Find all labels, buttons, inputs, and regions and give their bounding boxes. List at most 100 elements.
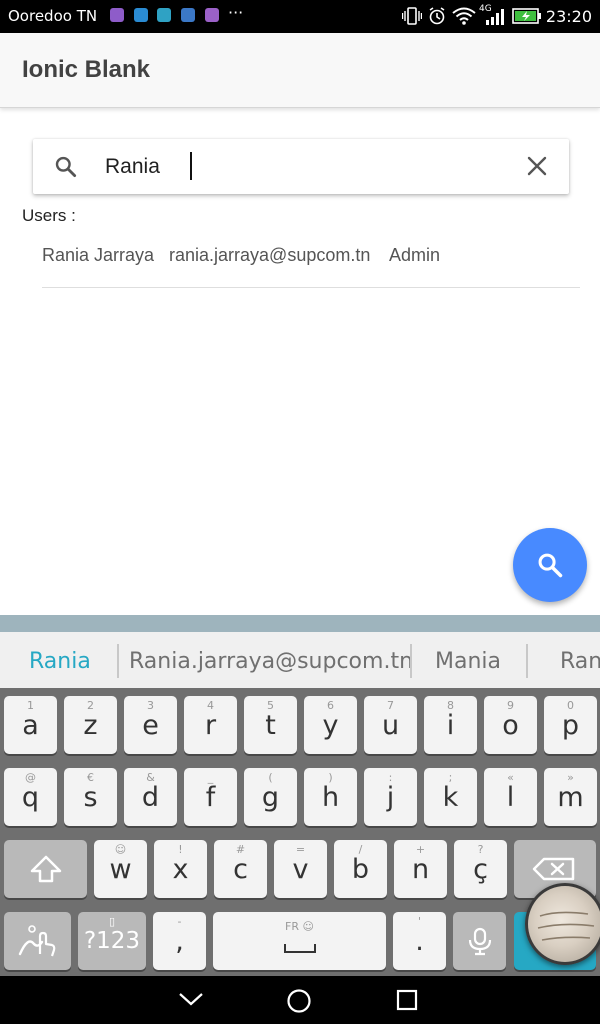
key-m[interactable]: » m bbox=[544, 768, 597, 826]
app-toolbar: Ionic Blank bbox=[0, 33, 600, 108]
key-label: o bbox=[502, 710, 519, 741]
key-label: u bbox=[381, 710, 400, 741]
symbols-key[interactable]: ▯ ?123 bbox=[78, 912, 146, 970]
key-n[interactable]: + n bbox=[394, 840, 447, 898]
key-label: l bbox=[506, 782, 515, 813]
key-u[interactable]: 7u bbox=[364, 696, 417, 754]
notification-app-icon bbox=[157, 8, 171, 22]
key-label: . bbox=[415, 926, 424, 957]
key-label: h bbox=[321, 782, 340, 813]
key-label: t bbox=[265, 710, 276, 741]
comma-key[interactable]: -, bbox=[153, 912, 206, 970]
alarm-icon bbox=[429, 7, 445, 25]
users-label: Users : bbox=[22, 206, 76, 225]
key-label: q bbox=[21, 782, 40, 813]
key-label: y bbox=[322, 710, 339, 741]
emoji-hint: ▯ bbox=[108, 915, 116, 928]
key-q[interactable]: @ q bbox=[4, 768, 57, 826]
soft-keyboard: 1a 2z 3e 4r 5t 6y 7u 8i 9o 0p @ q € s & d _… bbox=[0, 688, 600, 976]
swipe-gesture-icon bbox=[18, 925, 56, 957]
key-g[interactable]: (g bbox=[244, 768, 297, 826]
shift-icon bbox=[30, 855, 62, 883]
key-z[interactable]: 2z bbox=[64, 696, 117, 754]
user-name: Rania Jarraya bbox=[42, 245, 155, 265]
status-bar: Ooredoo TN ··· 4G 23:20 bbox=[0, 0, 600, 33]
key-t[interactable]: 5t bbox=[244, 696, 297, 754]
suggestion-bar: Rania Rania.jarraya@supcom.tn Mania Ran bbox=[0, 632, 600, 688]
wifi-icon bbox=[452, 7, 476, 25]
clear-icon[interactable] bbox=[525, 154, 549, 178]
suggestion-item[interactable]: Mania bbox=[435, 649, 501, 674]
key-w[interactable]: ☺ w bbox=[94, 840, 147, 898]
recent-apps-icon[interactable] bbox=[396, 989, 418, 1011]
key-label: b bbox=[351, 854, 370, 885]
keyboard-top-strip bbox=[0, 615, 600, 632]
back-icon[interactable] bbox=[178, 990, 204, 1008]
search-icon bbox=[55, 156, 77, 178]
suggestion-item[interactable]: Rania bbox=[29, 649, 91, 674]
period-key[interactable]: '. bbox=[393, 912, 446, 970]
vibrate-icon bbox=[402, 7, 422, 25]
key-label: a bbox=[22, 710, 39, 741]
signal-icon bbox=[486, 9, 504, 25]
key-o[interactable]: 9o bbox=[484, 696, 537, 754]
battery-charging-icon bbox=[512, 8, 541, 24]
key-label: j bbox=[386, 782, 395, 813]
suggestion-item[interactable]: Ran bbox=[560, 649, 600, 674]
home-icon[interactable] bbox=[286, 988, 312, 1014]
key-a[interactable]: 1a bbox=[4, 696, 57, 754]
search-fab-button[interactable] bbox=[513, 528, 587, 602]
key-y[interactable]: 6y bbox=[304, 696, 357, 754]
key-f[interactable]: _ f bbox=[184, 768, 237, 826]
gesture-key[interactable] bbox=[4, 912, 71, 970]
key-l[interactable]: «l bbox=[484, 768, 537, 826]
space-key[interactable]: FR ☺ bbox=[213, 912, 386, 970]
carrier-name: Ooredoo TN bbox=[8, 7, 98, 25]
key-i[interactable]: 8i bbox=[424, 696, 477, 754]
divider bbox=[526, 644, 528, 678]
key-k[interactable]: ; k bbox=[424, 768, 477, 826]
more-notifications-icon: ··· bbox=[228, 3, 244, 22]
key-c[interactable]: # c bbox=[214, 840, 267, 898]
suggestion-item[interactable]: Rania.jarraya@supcom.tn bbox=[129, 649, 413, 674]
divider bbox=[410, 644, 412, 678]
key-p[interactable]: 0p bbox=[544, 696, 597, 754]
key-label: x bbox=[172, 854, 189, 885]
user-row[interactable]: Rania Jarraya rania.jarraya@supcom.tn Ad… bbox=[42, 243, 580, 288]
key-label: w bbox=[109, 854, 132, 885]
key-b[interactable]: / b bbox=[334, 840, 387, 898]
key-c-cedilla[interactable]: ? ç bbox=[454, 840, 507, 898]
key-label: f bbox=[205, 782, 216, 813]
key-j[interactable]: :j bbox=[364, 768, 417, 826]
mail-icon bbox=[181, 8, 195, 22]
search-icon bbox=[538, 553, 563, 578]
key-label: ?123 bbox=[83, 928, 141, 954]
divider bbox=[117, 644, 119, 678]
key-r[interactable]: 4r bbox=[184, 696, 237, 754]
key-label: n bbox=[411, 854, 430, 885]
searchbar[interactable] bbox=[33, 139, 569, 194]
key-d[interactable]: & d bbox=[124, 768, 177, 826]
microphone-icon bbox=[468, 927, 492, 956]
floating-chat-bubble[interactable] bbox=[525, 883, 600, 965]
user-email: rania.jarraya@supcom.tn bbox=[169, 245, 371, 265]
key-label: c bbox=[233, 854, 248, 885]
key-label: e bbox=[142, 710, 159, 741]
key-label: s bbox=[83, 782, 98, 813]
shift-key[interactable] bbox=[4, 840, 87, 898]
backspace-icon bbox=[532, 857, 575, 881]
key-s[interactable]: € s bbox=[64, 768, 117, 826]
key-label: i bbox=[446, 710, 455, 741]
key-h[interactable]: ) h bbox=[304, 768, 357, 826]
key-label: m bbox=[557, 782, 584, 813]
key-e[interactable]: 3e bbox=[124, 696, 177, 754]
key-label: z bbox=[83, 710, 98, 741]
search-input[interactable] bbox=[105, 147, 505, 187]
voice-input-key[interactable] bbox=[453, 912, 506, 970]
key-label: g bbox=[261, 782, 280, 813]
key-x[interactable]: ! x bbox=[154, 840, 207, 898]
clock: 23:20 bbox=[545, 7, 592, 26]
key-v[interactable]: = v bbox=[274, 840, 327, 898]
space-icon bbox=[284, 944, 316, 953]
language-label: FR ☺ bbox=[285, 920, 314, 933]
